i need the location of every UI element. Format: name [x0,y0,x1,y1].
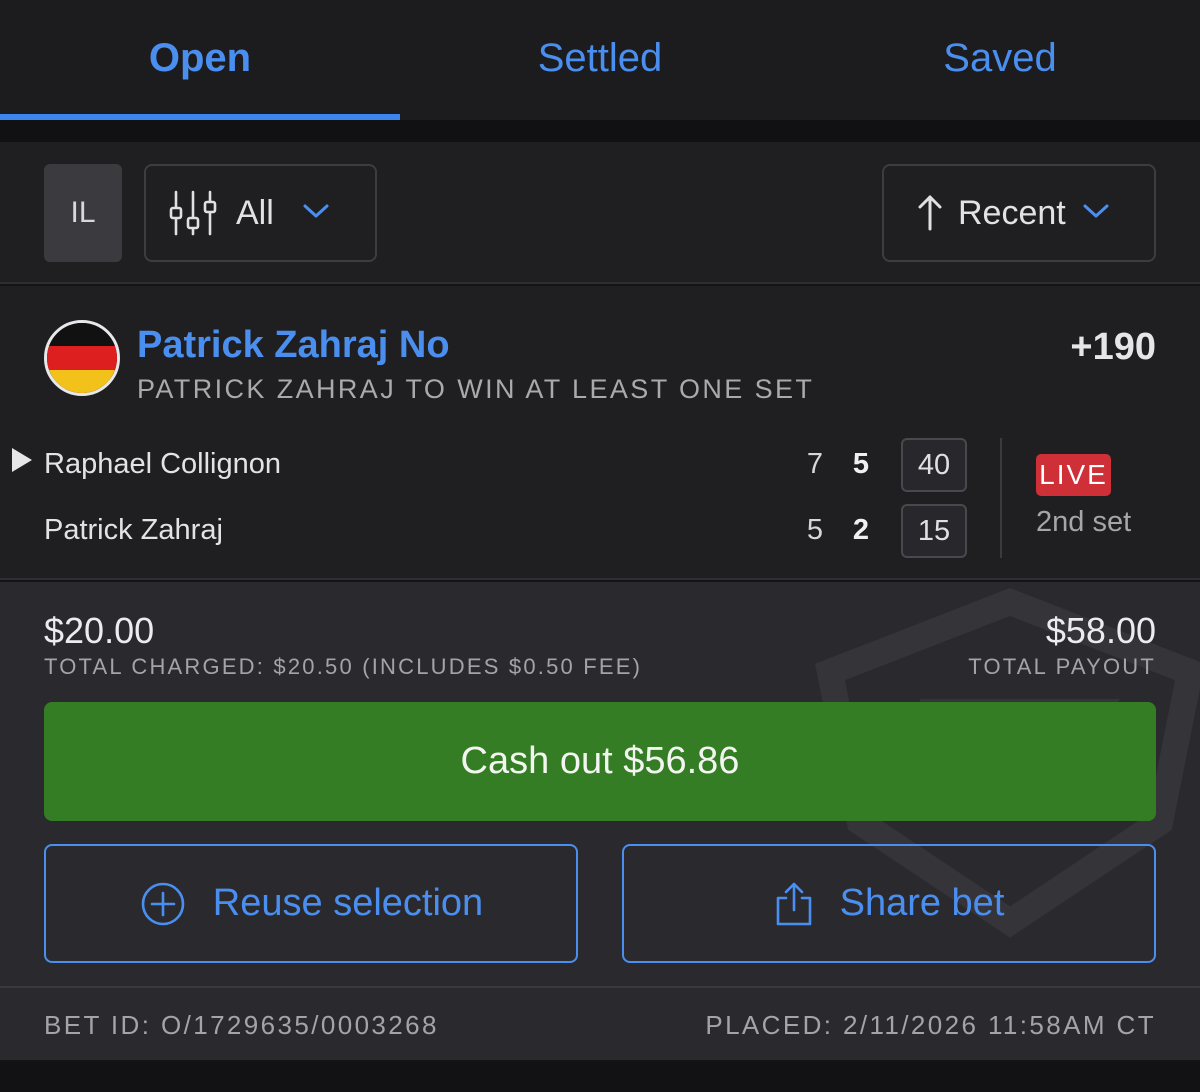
payout-amount: $58.00 [1045,610,1156,651]
bet-card: Patrick Zahraj No PATRICK ZAHRAJ TO WIN … [0,286,1200,580]
cash-out-button[interactable]: Cash out $56.86 [44,702,1156,821]
set2-score: 5 [852,448,870,480]
match-period: 2nd set [1036,506,1132,538]
game-points: 40 [901,438,967,492]
footer-bar [0,1062,1200,1092]
sort-dropdown[interactable]: Recent [882,164,1156,262]
plus-circle-icon [139,880,187,928]
section-gap [0,120,1200,142]
tab-open[interactable]: Open [0,0,400,120]
set2-score: 2 [852,514,870,546]
bet-summary: $20.00 TOTAL CHARGED: $20.50 (INCLUDES $… [0,582,1200,1060]
odds: +190 [1070,326,1156,368]
player-name: Raphael Collignon [44,448,281,480]
wager-amount: $20.00 [44,610,155,651]
share-bet-label: Share bet [839,882,1005,924]
filter-bar: IL All Recent [0,142,1200,284]
set1-score: 7 [806,448,824,480]
game-points: 15 [901,504,967,558]
filter-label: All [236,193,274,232]
bet-id: BET ID: O/1729635/0003268 [44,1010,439,1040]
germany-flag-icon [44,320,120,396]
state-selector[interactable]: IL [44,164,122,262]
player-name: Patrick Zahraj [44,514,223,546]
divider [0,986,1200,988]
reuse-selection-label: Reuse selection [212,882,484,924]
share-bet-button[interactable]: Share bet [622,844,1156,963]
tab-settled[interactable]: Settled [400,0,800,120]
live-badge: LIVE [1036,454,1111,496]
total-charged: TOTAL CHARGED: $20.50 (INCLUDES $0.50 FE… [44,654,643,679]
arrow-up-icon [916,193,944,233]
set1-score: 5 [806,514,824,546]
bet-tabs: Open Settled Saved [0,0,1200,120]
share-icon [774,880,814,928]
tab-saved[interactable]: Saved [800,0,1200,120]
market-name: PATRICK ZAHRAJ TO WIN AT LEAST ONE SET [137,374,815,404]
selection-name[interactable]: Patrick Zahraj No [137,324,450,367]
payout-label: TOTAL PAYOUT [968,654,1156,679]
reuse-selection-button[interactable]: Reuse selection [44,844,578,963]
sliders-icon [168,188,218,238]
serving-indicator-icon [10,446,34,479]
chevron-down-icon [1082,202,1110,225]
filter-dropdown[interactable]: All [144,164,377,262]
score-divider [1000,438,1002,558]
placed-timestamp: PLACED: 2/11/2026 11:58AM CT [705,1010,1156,1040]
chevron-down-icon [302,202,330,225]
sort-label: Recent [958,193,1066,232]
